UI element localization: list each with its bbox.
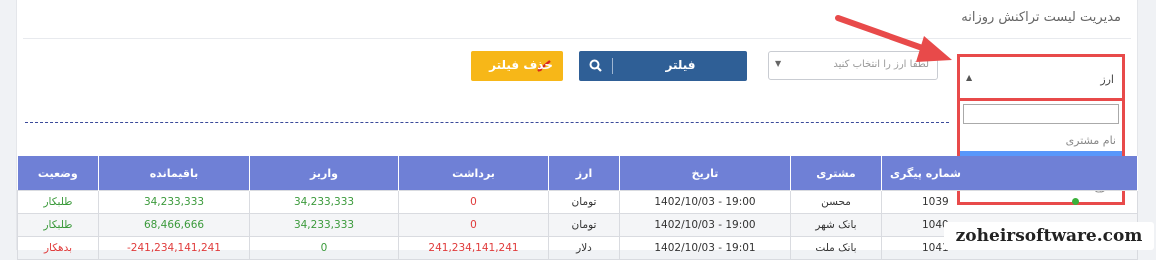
dropdown-search-input[interactable] [963, 104, 1119, 124]
cell-balance: 34,233,333 [98, 190, 250, 214]
cell-deposit: 0 [249, 236, 399, 260]
dropdown-option-customer-name[interactable]: نام مشتری [960, 129, 1122, 153]
currency-select[interactable]: ارز ▲ [957, 54, 1125, 101]
cell-date: 1402/10/03 - 19:01 [619, 236, 791, 260]
header-date[interactable]: تاریخ [619, 156, 791, 191]
cell-currency: تومان [548, 213, 620, 237]
header-tracking[interactable]: شماره پیگری [881, 156, 1138, 191]
cell-customer: بانک ملت [790, 236, 882, 260]
cell-status: بدهکار [17, 236, 99, 260]
header-balance[interactable]: باقیمانده [98, 156, 250, 191]
currency-select-value: ارز [1100, 73, 1114, 86]
header-status[interactable]: وضعیت [17, 156, 99, 191]
cell-withdraw: 241,234,141,241 [398, 236, 549, 260]
chevron-down-icon: ▼ [775, 59, 782, 68]
main-panel: مدیریت لیست تراکنش روزانه ارز ▲ نام مشتر… [16, 0, 1138, 260]
search-icon [589, 59, 602, 75]
header-withdraw[interactable]: برداشت [398, 156, 549, 191]
cell-customer: بانک شهر [790, 213, 882, 237]
status-dot-icon [1072, 198, 1080, 205]
cell-withdraw: 0 [398, 190, 549, 214]
cell-tracking: 1039 [881, 190, 1138, 214]
cell-currency: دلار [548, 236, 620, 260]
cell-deposit: 34,233,333 [249, 190, 399, 214]
section-divider [25, 122, 949, 123]
header-deposit[interactable]: واریز [249, 156, 399, 191]
title-divider [23, 38, 1131, 39]
annotation-arrow-icon [835, 15, 952, 62]
cell-deposit: 34,233,333 [249, 213, 399, 237]
cell-withdraw: 0 [398, 213, 549, 237]
filter-button-label: فیلتر [665, 58, 696, 72]
table-row[interactable]: طلبکار 34,233,333 34,233,333 0 تومان 140… [17, 190, 1138, 214]
button-separator [612, 58, 613, 74]
cell-date: 1402/10/03 - 19:00 [619, 190, 791, 214]
clear-filter-label: حذف فیلتر [489, 58, 553, 72]
filter-button[interactable]: فیلتر [579, 51, 747, 81]
header-currency[interactable]: ارز [548, 156, 620, 191]
watermark: zoheirsoftware.com [944, 222, 1154, 250]
cell-date: 1402/10/03 - 19:00 [619, 213, 791, 237]
chevron-up-icon: ▲ [966, 73, 973, 82]
cell-currency: تومان [548, 190, 620, 214]
cell-balance: 68,466,666 [98, 213, 250, 237]
cell-balance: -241,234,141,241 [98, 236, 250, 260]
header-customer[interactable]: مشتری [790, 156, 882, 191]
tracking-number: 1039 [922, 196, 949, 208]
table-header-row: وضعیت باقیمانده واریز برداشت ارز تاریخ م… [17, 156, 1138, 191]
cell-status: طلبکار [17, 190, 99, 214]
cell-customer: محسن [790, 190, 882, 214]
clear-filter-button[interactable]: حذف فیلتر [471, 51, 563, 81]
page-title: مدیریت لیست تراکنش روزانه [961, 10, 1121, 25]
cell-status: طلبکار [17, 213, 99, 237]
